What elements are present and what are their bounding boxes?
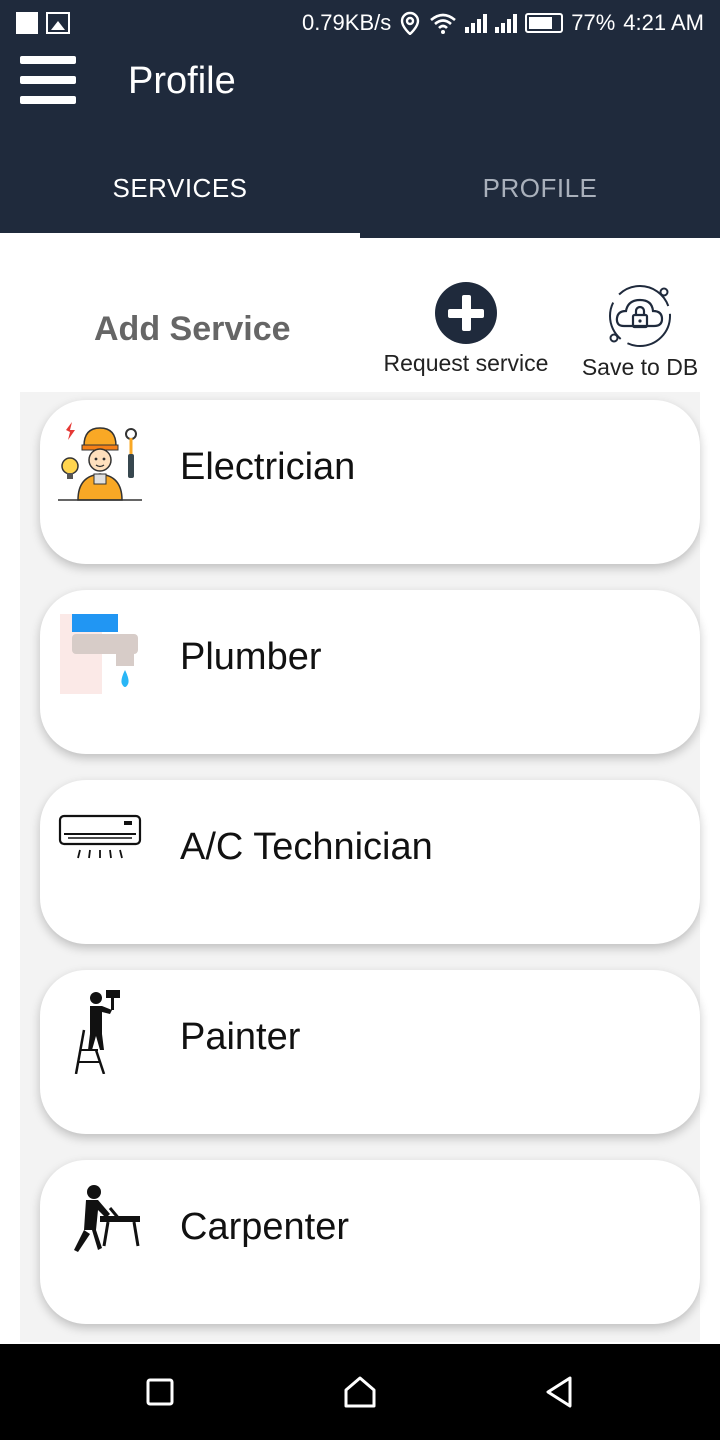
battery-percent: 77%: [571, 10, 616, 35]
tab-profile[interactable]: PROFILE: [360, 150, 720, 238]
status-bar: 0.79KB/s 77% 4:21 AM: [0, 0, 720, 50]
tab-bar: SERVICES PROFILE: [0, 150, 720, 238]
gallery-notification-icon: [46, 12, 70, 34]
service-label: Electrician: [180, 446, 356, 488]
service-card-electrician[interactable]: Electrician: [40, 400, 700, 564]
back-icon[interactable]: [540, 1372, 580, 1412]
cloud-lock-icon: [609, 285, 671, 347]
add-service-heading: Add Service: [94, 310, 291, 348]
faucet-icon: [60, 614, 138, 694]
service-label: Carpenter: [180, 1206, 349, 1248]
service-card-plumber[interactable]: Plumber: [40, 590, 700, 754]
system-navigation-bar: [0, 1344, 720, 1440]
menu-icon[interactable]: [20, 56, 76, 106]
service-card-ac-technician[interactable]: A/C Technician: [40, 780, 700, 944]
save-to-db-button[interactable]: Save to DB: [578, 282, 702, 381]
app-header: 0.79KB/s 77% 4:21 AM Profile SERVICES PR…: [0, 0, 720, 238]
service-card-carpenter[interactable]: Carpenter: [40, 1160, 700, 1324]
tab-services[interactable]: SERVICES: [0, 150, 360, 238]
add-circle-icon: [435, 282, 497, 344]
clock: 4:21 AM: [623, 10, 704, 35]
service-card-painter[interactable]: Painter: [40, 970, 700, 1134]
page-title: Profile: [128, 60, 236, 102]
toolbar: Profile: [0, 50, 720, 114]
home-icon[interactable]: [340, 1372, 380, 1412]
carpenter-icon: [74, 1185, 140, 1252]
save-to-db-label: Save to DB: [581, 354, 699, 380]
request-service-button[interactable]: Request service: [378, 282, 554, 377]
service-label: A/C Technician: [180, 826, 433, 868]
network-speed: 0.79KB/s: [301, 10, 392, 35]
signal-icon-2: [495, 13, 518, 33]
recent-apps-icon[interactable]: [140, 1372, 180, 1412]
painter-icon: [74, 990, 120, 1074]
battery-icon: [525, 13, 564, 33]
electrician-icon: [58, 422, 142, 501]
request-service-label: Request service: [383, 350, 549, 376]
active-tab-indicator: [0, 233, 360, 238]
notification-square-icon: [16, 12, 38, 34]
wifi-icon: [430, 13, 457, 34]
service-label: Plumber: [180, 636, 322, 678]
signal-icon: [465, 13, 488, 33]
service-label: Painter: [180, 1016, 301, 1058]
air-conditioner-icon: [58, 814, 142, 859]
location-icon: [401, 11, 420, 35]
